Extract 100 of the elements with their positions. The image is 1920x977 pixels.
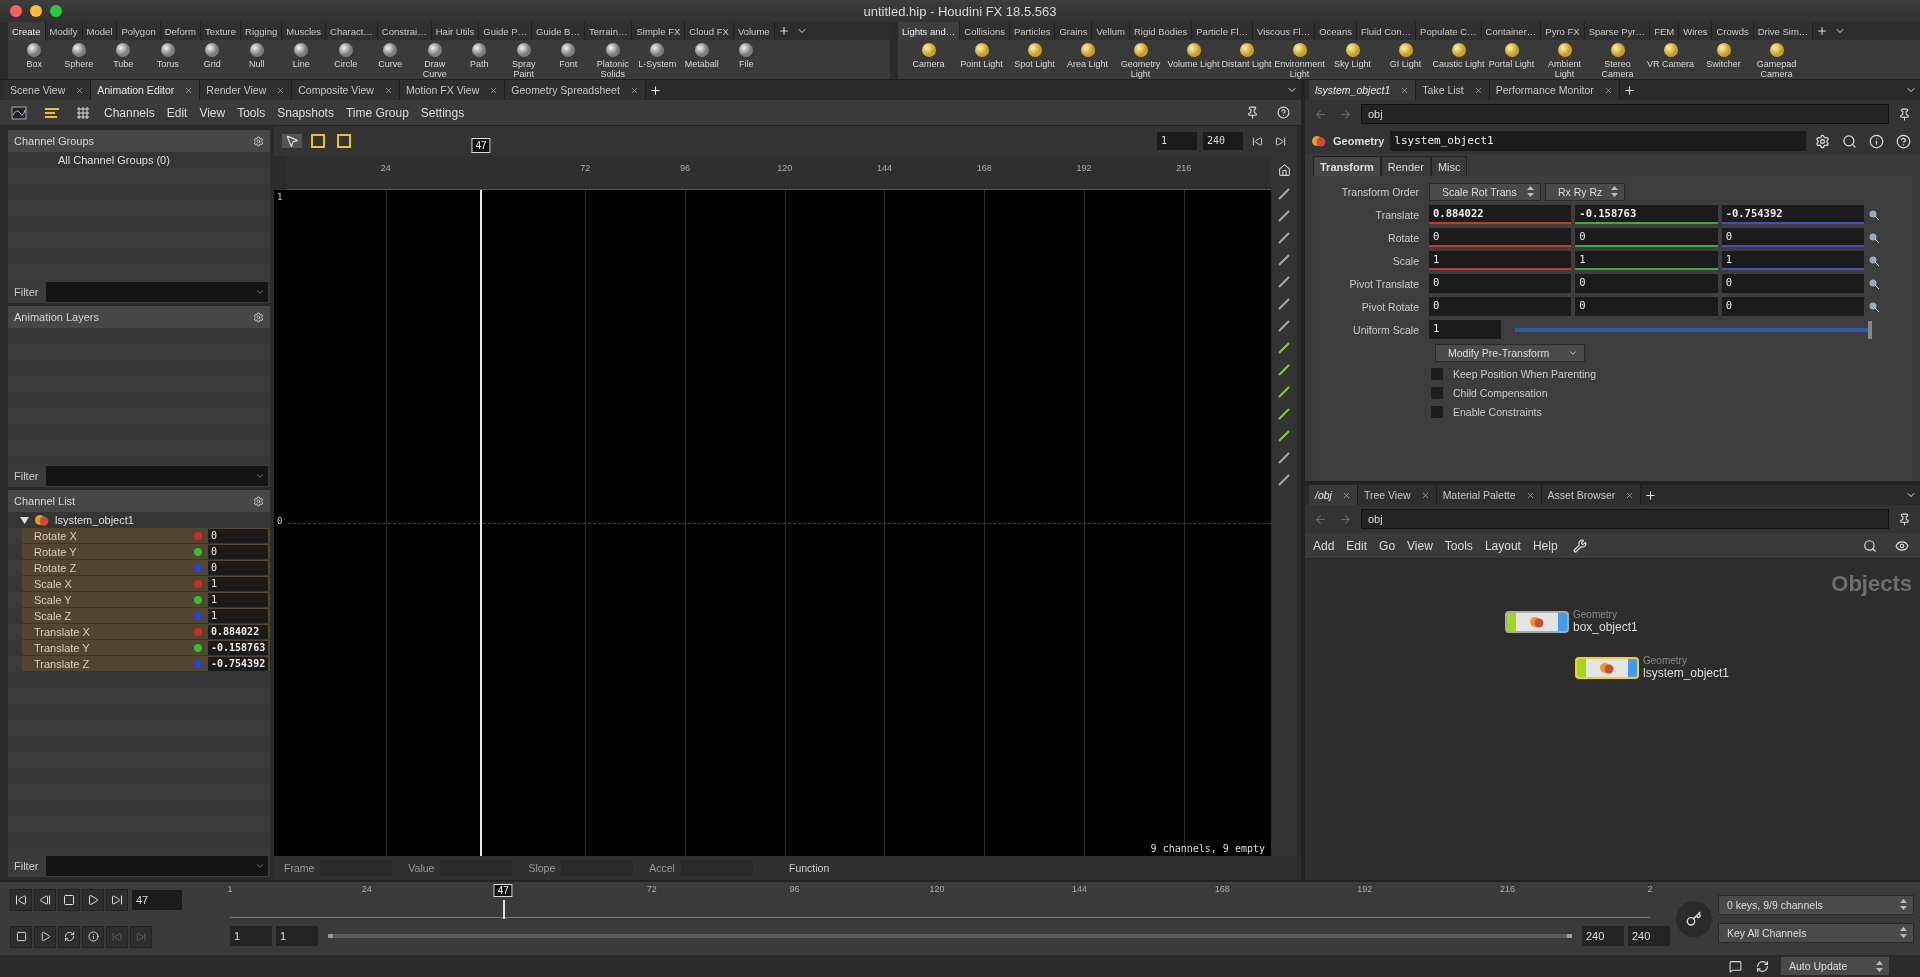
- menu-item[interactable]: Settings: [420, 105, 465, 120]
- list-icon[interactable]: [42, 106, 62, 119]
- menu-item[interactable]: Layout: [1484, 538, 1521, 553]
- network-node[interactable]: [1505, 610, 1569, 633]
- pane-tab[interactable]: /obj: [1309, 485, 1358, 505]
- tool-icon[interactable]: [1277, 209, 1291, 223]
- close-button[interactable]: [10, 5, 22, 17]
- shelf-tool[interactable]: Platonic Solids: [590, 41, 635, 79]
- value-field[interactable]: 0: [1429, 274, 1572, 293]
- shelf-tab[interactable]: Grains: [1055, 22, 1093, 40]
- first-frame-button[interactable]: [10, 889, 32, 912]
- handle-icon[interactable]: [1868, 300, 1880, 313]
- channel-row[interactable]: Translate Z -0.754392: [22, 656, 270, 672]
- close-icon[interactable]: [75, 85, 85, 95]
- tool-icon[interactable]: [1277, 341, 1291, 355]
- shelf-tab[interactable]: Viscous Fl…: [1253, 22, 1316, 40]
- shelf-tool[interactable]: Ambient Light: [1538, 41, 1591, 79]
- tool-icon[interactable]: [1277, 385, 1291, 399]
- minimize-button[interactable]: [30, 5, 42, 17]
- audio-button[interactable]: [34, 925, 56, 948]
- shelf-tool[interactable]: Stereo Camera: [1591, 41, 1644, 79]
- shelf-tab[interactable]: Particle Fl…: [1192, 22, 1253, 40]
- shelf-tab[interactable]: Fluid Con…: [1356, 22, 1417, 40]
- stepper-icon[interactable]: [1900, 927, 1907, 938]
- home-icon[interactable]: [1277, 164, 1291, 179]
- shelf-tool[interactable]: Null: [234, 41, 279, 70]
- start-frame-field[interactable]: 1: [1157, 132, 1197, 150]
- value-field[interactable]: 1: [1429, 251, 1572, 270]
- shelf-tab[interactable]: Wires: [1679, 22, 1713, 40]
- channel-row[interactable]: Translate X 0.884022: [22, 624, 270, 640]
- shelf-tab[interactable]: Sparse Pyr…: [1584, 22, 1651, 40]
- pane-tab[interactable]: lsystem_object1: [1309, 80, 1417, 100]
- shelf-tool[interactable]: Portal Light: [1485, 41, 1538, 70]
- shelf-tab[interactable]: Volume: [733, 22, 775, 40]
- shelf-tool[interactable]: Geometry Light: [1114, 41, 1167, 79]
- handle-icon[interactable]: [1868, 254, 1880, 267]
- channel-value-field[interactable]: 1: [208, 608, 268, 623]
- shelf-tab[interactable]: FEM: [1650, 22, 1680, 40]
- shelf-tool[interactable]: Gamepad Camera: [1750, 41, 1803, 79]
- value-field[interactable]: 0: [1721, 228, 1864, 247]
- shelf-tab[interactable]: Vellum: [1092, 22, 1130, 40]
- shelf-tool[interactable]: Spot Light: [1008, 41, 1061, 70]
- keys-info-menu[interactable]: 0 keys, 9/9 channels: [1718, 894, 1914, 915]
- value-field[interactable]: 1: [1721, 251, 1864, 270]
- settings-icon[interactable]: [253, 311, 264, 323]
- pane-tab[interactable]: Performance Monitor: [1489, 80, 1620, 100]
- shelf-tab[interactable]: Constrai…: [377, 22, 432, 40]
- shelf-tool[interactable]: Sphere: [56, 41, 101, 70]
- shelf-tab[interactable]: Rigid Bodies: [1129, 22, 1193, 40]
- channel-value-field[interactable]: 0: [208, 560, 268, 575]
- shelf-tab[interactable]: Charact…: [326, 22, 378, 40]
- tool-button[interactable]: [10, 925, 32, 948]
- stepper-icon[interactable]: [1611, 186, 1618, 197]
- value-field[interactable]: 0: [1575, 274, 1718, 293]
- range-end-field[interactable]: 240: [1582, 926, 1624, 946]
- settings-icon[interactable]: [253, 135, 264, 147]
- tool-icon[interactable]: [1277, 297, 1291, 311]
- filter-field[interactable]: [46, 281, 268, 302]
- shelf-tab[interactable]: Hair Utils: [431, 22, 480, 40]
- pane-tab[interactable]: Geometry Spreadsheet: [505, 80, 646, 100]
- loop-button[interactable]: [58, 925, 80, 948]
- filter-field[interactable]: [46, 855, 268, 876]
- menu-item[interactable]: Add: [1313, 538, 1335, 553]
- tool-icon[interactable]: [1277, 429, 1291, 443]
- shelf-tool[interactable]: Camera: [902, 41, 955, 70]
- filter-field[interactable]: [46, 465, 268, 486]
- stepper-icon[interactable]: [1527, 186, 1534, 197]
- pane-tab[interactable]: Composite View: [292, 80, 400, 100]
- grid-icon[interactable]: [74, 106, 92, 119]
- close-icon[interactable]: [1603, 85, 1613, 95]
- shelf-tab[interactable]: Pyro FX: [1541, 22, 1585, 40]
- menu-item[interactable]: Go: [1379, 538, 1396, 553]
- shelf-tool[interactable]: Environment Light: [1273, 41, 1326, 79]
- tool-icon[interactable]: [1277, 187, 1291, 201]
- graph-view-icon[interactable]: [8, 105, 30, 120]
- dropdown-menu[interactable]: Modify Pre-Transform: [1435, 343, 1585, 362]
- stepper-icon[interactable]: [1900, 899, 1907, 910]
- value-field[interactable]: 0: [1575, 297, 1718, 316]
- shelf-tool[interactable]: Area Light: [1061, 41, 1114, 70]
- shelf-tool[interactable]: Tube: [101, 41, 146, 70]
- box-select-icon[interactable]: [308, 134, 328, 148]
- shelf-tool[interactable]: Caustic Light: [1432, 41, 1485, 70]
- shelf-tab[interactable]: Collisions: [960, 22, 1010, 40]
- tool-icon[interactable]: [1277, 407, 1291, 421]
- shelf-tool[interactable]: Path: [457, 41, 502, 70]
- channel-row[interactable]: Scale X 1: [22, 576, 270, 592]
- shelf-tool[interactable]: Distant Light: [1220, 41, 1273, 70]
- tool-icon[interactable]: [1277, 319, 1291, 333]
- shelf-tab[interactable]: Container…: [1481, 22, 1542, 40]
- shelf-tool[interactable]: L-System: [635, 41, 680, 70]
- pane-tab[interactable]: Render View: [200, 80, 293, 100]
- pane-tab[interactable]: Material Palette: [1436, 485, 1542, 505]
- playhead-frame-label[interactable]: 47: [493, 884, 513, 897]
- channel-row[interactable]: Translate Y -0.158763: [22, 640, 270, 656]
- slider-thumb[interactable]: [1868, 320, 1872, 339]
- pane-tab[interactable]: Tree View: [1357, 485, 1437, 505]
- menu-item[interactable]: Edit: [166, 105, 188, 120]
- value-field[interactable]: 0.884022: [1429, 205, 1572, 224]
- menu-item[interactable]: View: [199, 105, 226, 120]
- node-name-field[interactable]: lsystem_object1: [1390, 131, 1806, 151]
